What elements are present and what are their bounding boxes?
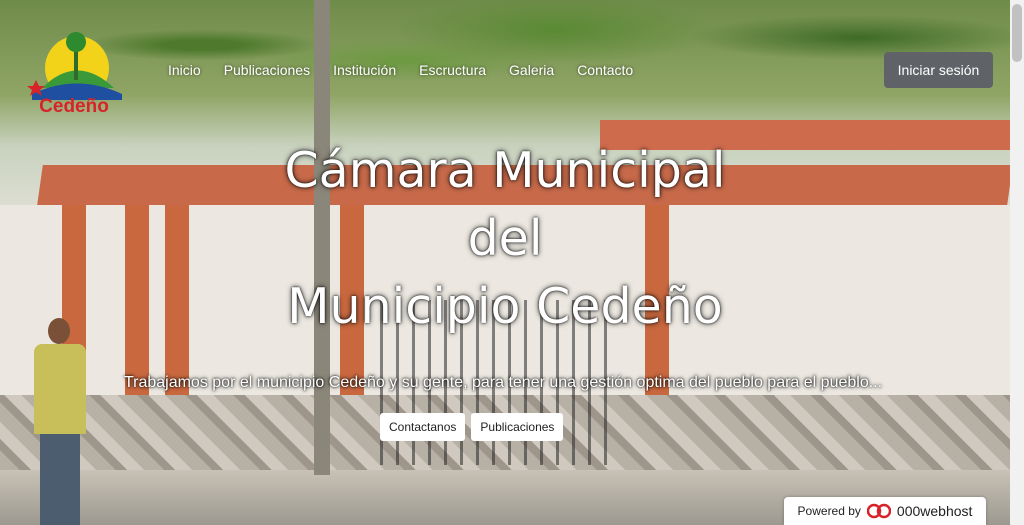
municipality-logo[interactable]: Cedeño (22, 28, 127, 117)
page-title: Cámara Municipal del Municipio Cedeño (230, 137, 780, 341)
logo-icon: Cedeño (27, 32, 122, 117)
nav-inicio[interactable]: Inicio (168, 62, 201, 78)
publications-button[interactable]: Publicaciones (471, 413, 564, 441)
nav-institucion[interactable]: Institución (333, 62, 396, 78)
nav-contacto[interactable]: Contacto (577, 62, 633, 78)
nav-galeria[interactable]: Galeria (509, 62, 554, 78)
contact-button[interactable]: Contactanos (380, 413, 466, 441)
login-button[interactable]: Iniciar sesión (884, 52, 993, 88)
main-nav: Inicio Publicaciones Institución Escruct… (168, 62, 656, 78)
person-figure (30, 318, 90, 525)
svg-text:Cedeño: Cedeño (39, 96, 109, 116)
powered-by-badge[interactable]: Powered by 000webhost (784, 497, 986, 525)
webhost-logo-icon (866, 503, 891, 519)
title-line: Cámara Municipal (284, 142, 726, 199)
title-line: del (467, 210, 543, 267)
hero-subtitle: Trabajamos por el municipio Cedeño y su … (123, 374, 883, 391)
scrollbar-thumb[interactable] (1012, 4, 1022, 62)
nav-publicaciones[interactable]: Publicaciones (224, 62, 310, 78)
title-line: Municipio Cedeño (287, 278, 723, 335)
powered-by-label: Powered by (797, 504, 861, 518)
page-scrollbar[interactable] (1010, 0, 1024, 525)
nav-estructura[interactable]: Escructura (419, 62, 486, 78)
host-name: 000webhost (896, 503, 973, 519)
hero-actions: Contactanos Publicaciones (380, 413, 564, 441)
